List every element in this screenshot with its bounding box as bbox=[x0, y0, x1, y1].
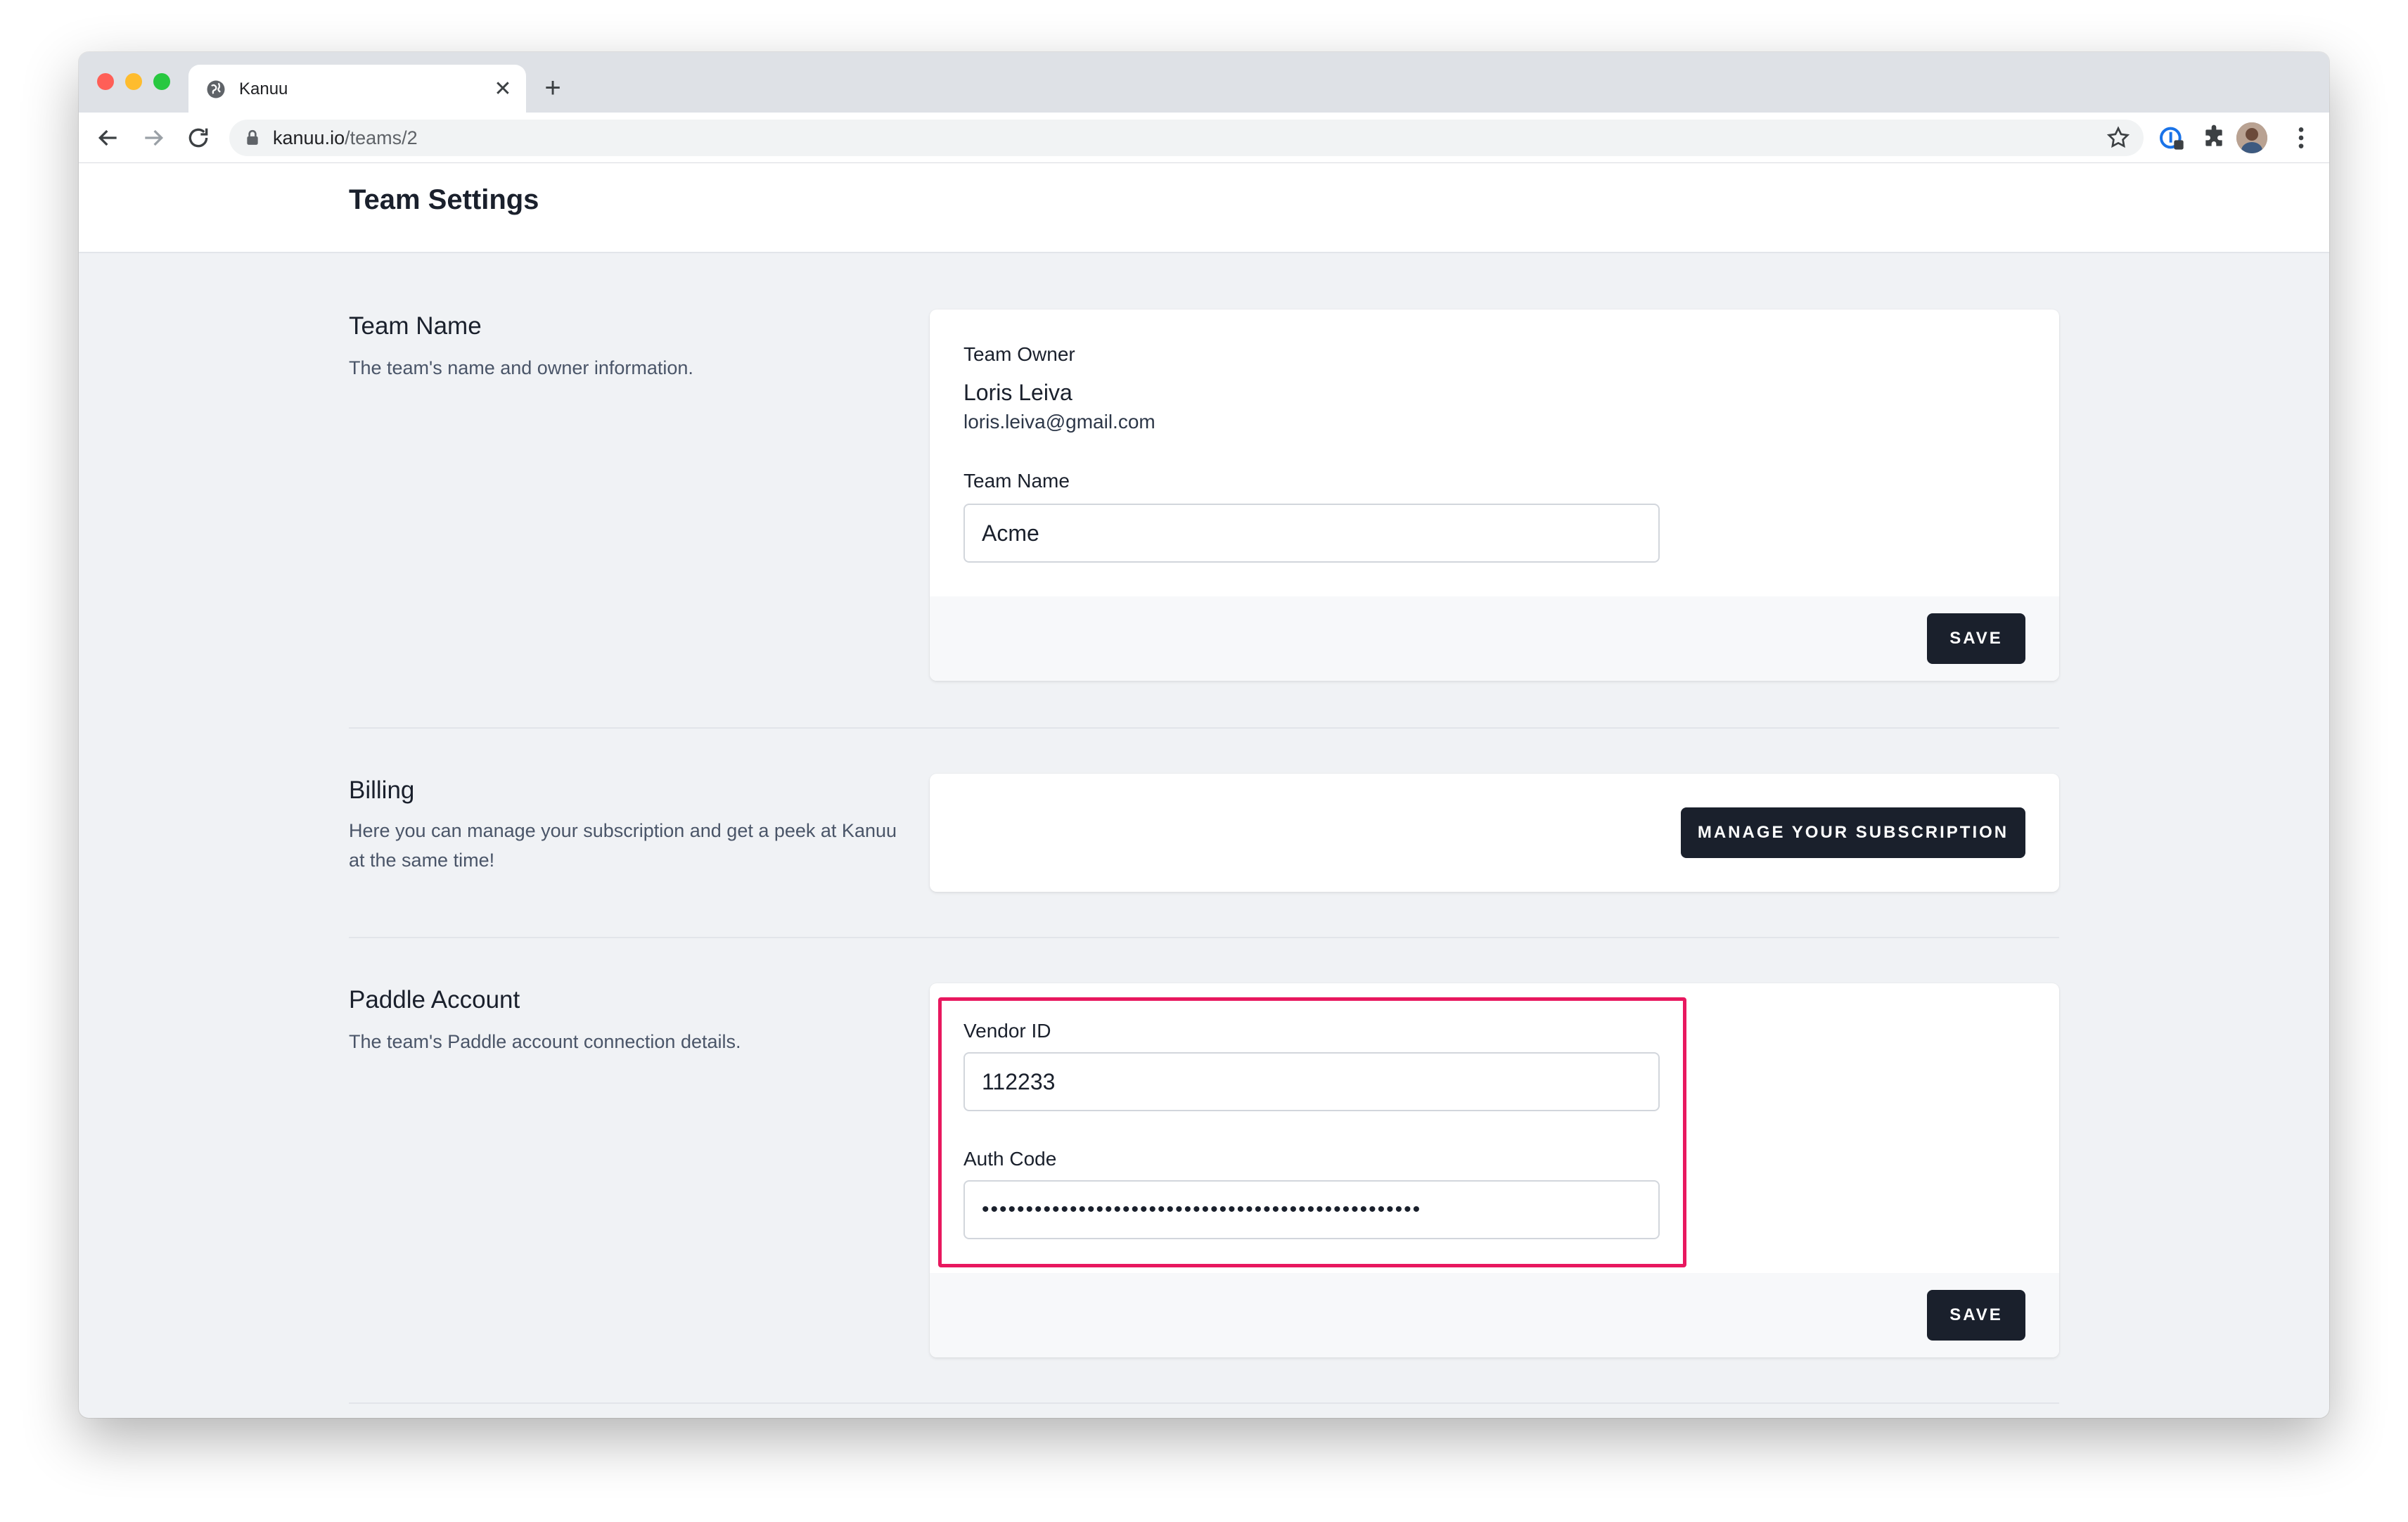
browser-toolbar: kanuu.io/teams/2 bbox=[79, 113, 2329, 163]
page-header: Team Settings bbox=[79, 163, 2329, 253]
team-owner-label: Team Owner bbox=[963, 343, 1075, 365]
team-name-input[interactable]: Acme bbox=[963, 504, 1660, 563]
close-window-button[interactable] bbox=[97, 73, 114, 90]
page-title: Team Settings bbox=[349, 184, 539, 215]
puzzle-icon[interactable] bbox=[2200, 124, 2228, 152]
tab-title: Kanuu bbox=[239, 79, 288, 98]
team-name-description: The team's name and owner information. bbox=[349, 357, 693, 378]
back-icon[interactable] bbox=[94, 124, 122, 152]
paddle-account-description: The team's Paddle account connection det… bbox=[349, 1031, 741, 1052]
save-button[interactable]: SAVE bbox=[1927, 613, 2025, 664]
minimize-window-button[interactable] bbox=[125, 73, 142, 90]
url-host: kanuu.io bbox=[273, 127, 345, 148]
close-icon[interactable]: ✕ bbox=[492, 79, 513, 100]
forward-icon[interactable] bbox=[139, 124, 167, 152]
browser-window: Kanuu ✕ + kanuu.io/teams/2 Team Settings… bbox=[79, 52, 2329, 1418]
tab-strip: Kanuu ✕ + bbox=[79, 52, 2329, 113]
avatar-image bbox=[2236, 122, 2267, 153]
team-name-heading: Team Name bbox=[349, 312, 482, 340]
team-owner-name: Loris Leiva bbox=[963, 380, 1072, 405]
browser-tab[interactable]: Kanuu ✕ bbox=[188, 65, 526, 113]
section-divider bbox=[349, 937, 2059, 938]
star-icon[interactable] bbox=[2106, 125, 2131, 151]
lock-icon bbox=[247, 129, 258, 145]
card-footer: SAVE bbox=[930, 1273, 2059, 1357]
card-footer: SAVE bbox=[930, 596, 2059, 681]
url-path: /teams/2 bbox=[345, 127, 418, 148]
billing-card: MANAGE YOUR SUBSCRIPTION bbox=[930, 774, 2059, 892]
kebab-menu-icon[interactable] bbox=[2287, 124, 2315, 152]
address-bar[interactable]: kanuu.io/teams/2 bbox=[229, 120, 2144, 156]
team-name-card: Team Owner Loris Leiva loris.leiva@gmail… bbox=[930, 309, 2059, 681]
manage-subscription-button[interactable]: MANAGE YOUR SUBSCRIPTION bbox=[1681, 807, 2025, 858]
team-owner-email: loris.leiva@gmail.com bbox=[963, 411, 1155, 433]
section-divider bbox=[349, 1402, 2059, 1404]
section-divider bbox=[349, 727, 2059, 729]
globe-icon bbox=[207, 80, 225, 98]
plus-icon[interactable]: + bbox=[540, 74, 565, 102]
save-button[interactable]: SAVE bbox=[1927, 1290, 2025, 1341]
paddle-account-heading: Paddle Account bbox=[349, 986, 520, 1013]
avatar[interactable] bbox=[2236, 122, 2267, 153]
team-name-label: Team Name bbox=[963, 470, 1070, 492]
maximize-window-button[interactable] bbox=[153, 73, 170, 90]
billing-description: Here you can manage your subscription an… bbox=[349, 820, 897, 871]
billing-heading: Billing bbox=[349, 776, 415, 804]
url-text: kanuu.io/teams/2 bbox=[273, 127, 418, 149]
reload-icon[interactable] bbox=[184, 124, 212, 152]
extension-1password-icon[interactable] bbox=[2158, 124, 2186, 152]
highlight-annotation bbox=[938, 997, 1686, 1267]
